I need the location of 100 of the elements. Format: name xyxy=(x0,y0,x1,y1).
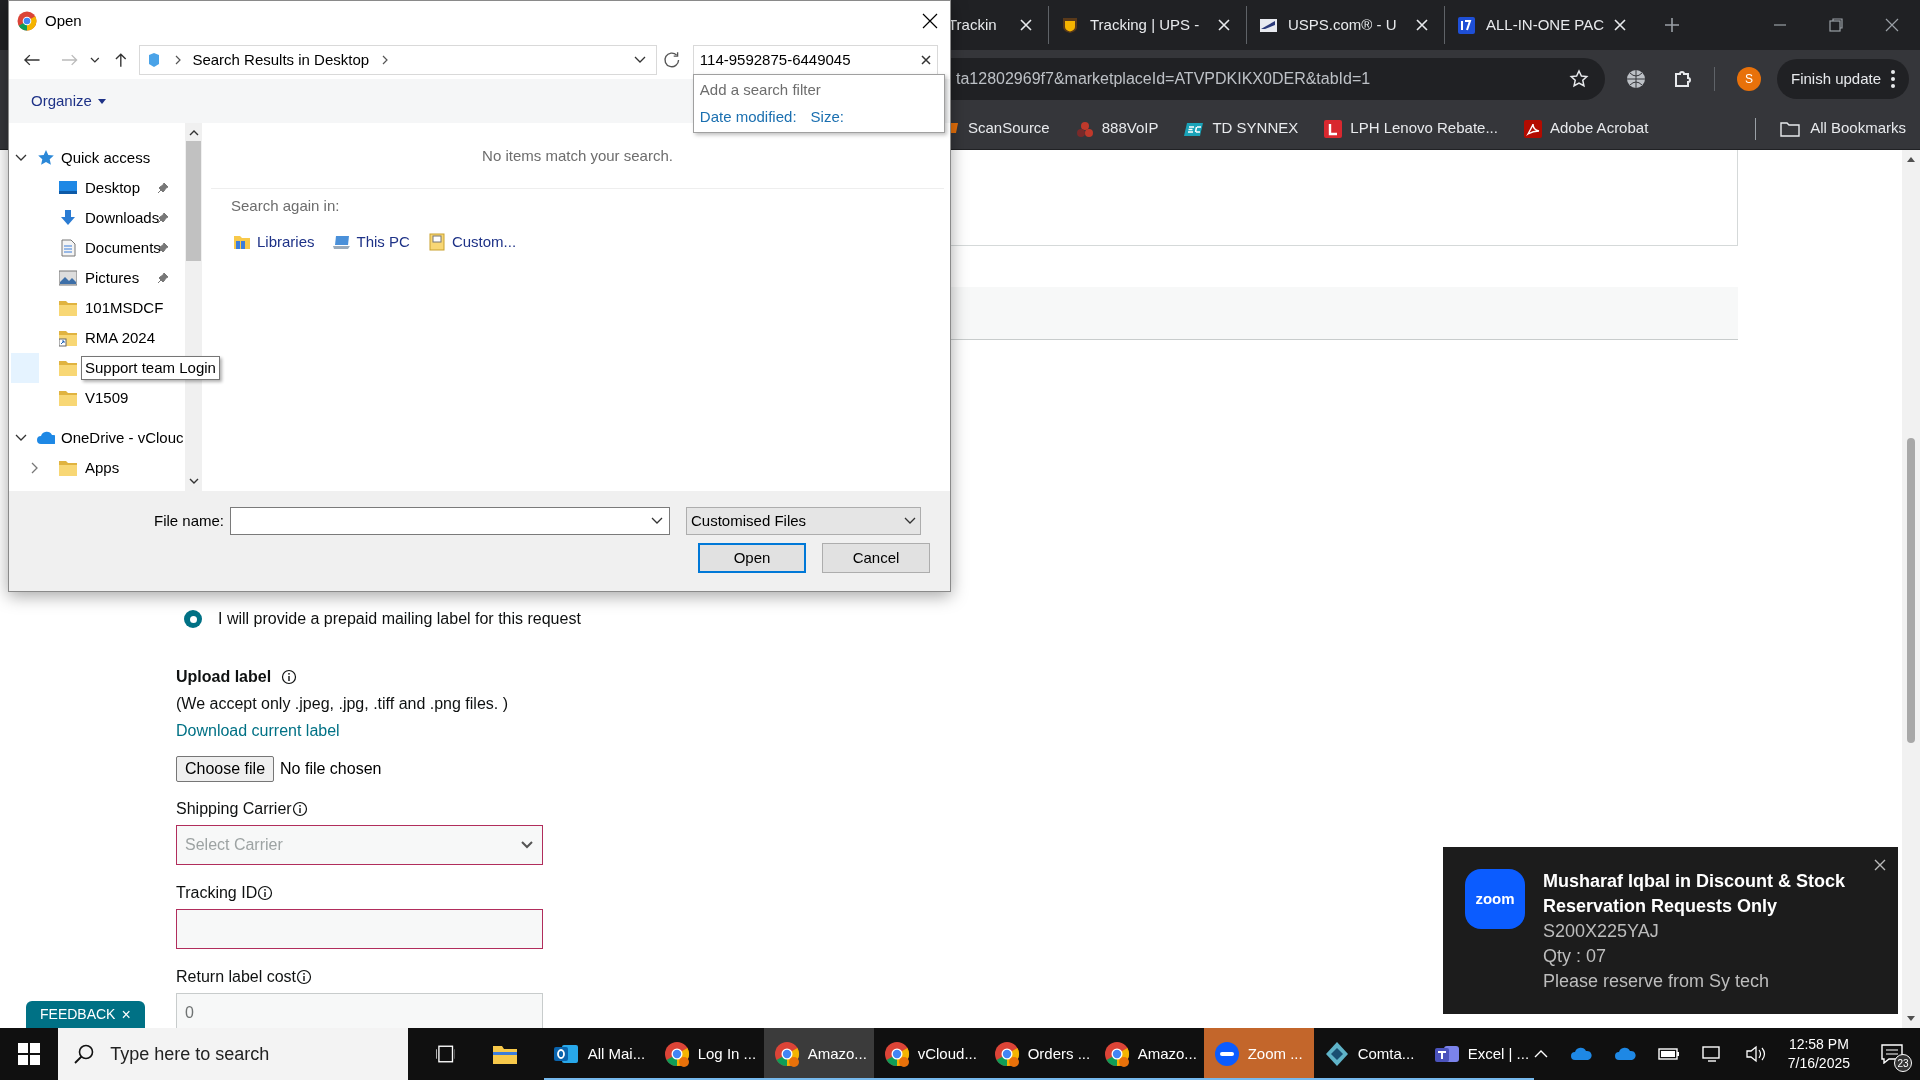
tree-item[interactable]: Apps xyxy=(85,456,120,480)
upload-label-heading: Upload label xyxy=(176,667,272,687)
taskbar-app-button[interactable]: vCloud... xyxy=(873,1028,984,1080)
url-text: ta12802969f7&marketplaceId=ATVPDKIKX0DER&tabId=1 xyxy=(956,69,1372,89)
tree-item[interactable]: RMA 2024 xyxy=(85,326,156,350)
close-icon[interactable] xyxy=(1874,859,1886,871)
taskbar-search-box[interactable]: Type here to search xyxy=(58,1028,408,1080)
scrollbar[interactable] xyxy=(1902,150,1920,1028)
tree-item[interactable]: Downloads xyxy=(85,206,160,230)
bookmark[interactable]: TD SYNNEX xyxy=(1184,112,1299,145)
file-name-label: File name: xyxy=(154,510,225,531)
folder-shortcut-icon xyxy=(59,329,77,347)
chrome-logo-icon xyxy=(1103,1041,1130,1067)
globe-icon[interactable] xyxy=(1625,68,1647,90)
chevron-down-icon[interactable] xyxy=(90,56,100,64)
restore-icon[interactable] xyxy=(1828,17,1844,33)
search-again-heading: Search again in: xyxy=(231,195,341,216)
location-bar[interactable]: Search Results in Desktop xyxy=(139,45,658,75)
task-view-icon[interactable] xyxy=(435,1045,456,1063)
dialog-button[interactable]: Cancel xyxy=(822,543,930,573)
back-icon[interactable] xyxy=(23,53,41,67)
tree-item[interactable]: Documents xyxy=(85,236,161,260)
scrollbar-thumb[interactable] xyxy=(186,141,201,261)
chrome-logo-icon xyxy=(883,1041,910,1067)
chevron-down-icon xyxy=(904,517,917,525)
folder-icon xyxy=(59,459,77,477)
pin-icon[interactable] xyxy=(157,212,169,224)
clock-date: 7/16/2025 xyxy=(1787,1054,1850,1073)
new-tab-icon[interactable] xyxy=(1664,17,1680,33)
taskbar-app-button[interactable]: Excel | ... xyxy=(1423,1028,1534,1080)
tree-section[interactable]: Quick access xyxy=(61,146,151,170)
speaker-icon[interactable] xyxy=(1745,1045,1766,1063)
taskbar-app-button[interactable]: Zoom ... xyxy=(1203,1028,1314,1080)
tree-item[interactable]: Desktop xyxy=(85,176,141,200)
file-name-field[interactable] xyxy=(230,507,671,535)
chevron-down-icon[interactable] xyxy=(651,517,664,525)
filter-link[interactable]: Date modified: xyxy=(699,105,797,128)
search-location-link[interactable]: This PC xyxy=(332,231,410,254)
input-field[interactable] xyxy=(176,909,543,949)
tab-title: Trackin xyxy=(948,14,998,35)
refresh-icon[interactable] xyxy=(663,51,681,69)
browser-tab[interactable]: Tracking | UPS - xyxy=(1048,6,1246,44)
cloud-icon[interactable] xyxy=(1613,1047,1636,1061)
tree-item-tooltip[interactable]: Support team Login xyxy=(81,355,220,381)
search-location-link[interactable]: Libraries xyxy=(233,231,315,254)
download-label-link[interactable]: Download current label xyxy=(176,719,340,743)
puzzle-icon[interactable] xyxy=(1672,68,1694,90)
all-bookmarks-button[interactable]: All Bookmarks xyxy=(1780,117,1906,140)
clear-icon[interactable] xyxy=(921,55,931,65)
search-location-link[interactable]: Custom... xyxy=(427,231,517,254)
scrollbar-thumb[interactable] xyxy=(1907,438,1915,743)
star-icon[interactable] xyxy=(1569,69,1589,89)
empty-message: No items match your search. xyxy=(482,146,673,166)
taskbar-app-button[interactable]: All Mai... xyxy=(543,1028,654,1080)
accepted-files-note: (We accept only .jpeg, .jpg, .tiff and .png files. ) xyxy=(176,694,510,714)
taskbar-app-button[interactable]: Log In ... xyxy=(653,1028,764,1080)
more-icon[interactable] xyxy=(1891,70,1896,88)
up-arrow-icon[interactable] xyxy=(113,52,128,68)
cloud-icon[interactable] xyxy=(1569,1047,1592,1061)
info-icon[interactable] xyxy=(257,885,274,901)
filter-link[interactable]: Size: xyxy=(810,105,844,128)
tree-item[interactable]: V1509 xyxy=(85,386,129,410)
input-field[interactable]: 0 xyxy=(176,993,543,1028)
bookmark[interactable]: 888VoIP xyxy=(1075,112,1159,145)
folder-icon xyxy=(59,299,77,317)
feedback-button[interactable]: FEEDBACK × xyxy=(26,1001,145,1028)
close-icon[interactable]: × xyxy=(121,1002,131,1027)
action-center-button[interactable]: 23 xyxy=(1872,1034,1912,1074)
radio-button[interactable] xyxy=(184,610,202,628)
browser-tab[interactable]: USPS.com® - U xyxy=(1246,6,1444,44)
taskbar-app-button[interactable]: Amazo... xyxy=(1093,1028,1204,1080)
info-icon[interactable] xyxy=(296,969,313,985)
file-type-dropdown[interactable]: Customised Files xyxy=(686,507,922,535)
document-icon xyxy=(59,239,77,257)
browser-tab[interactable]: ALL-IN-ONE PAC xyxy=(1444,6,1642,44)
info-icon[interactable] xyxy=(291,801,308,817)
tree-item[interactable]: Pictures xyxy=(85,266,140,290)
figure-icon xyxy=(1075,119,1094,138)
chevron-down-icon[interactable] xyxy=(634,56,647,64)
notification-line: Qty : 07 xyxy=(1543,945,1608,968)
radio-label: I will provide a prepaid mailing label for this request xyxy=(218,609,581,629)
tree-section[interactable]: OneDrive - vClouc xyxy=(61,426,184,450)
dialog-button[interactable]: Open xyxy=(698,543,806,573)
close-icon[interactable] xyxy=(922,13,938,29)
tree-item[interactable]: 101MSDCF xyxy=(85,296,164,320)
location-text: Search Results in Desktop xyxy=(192,49,370,70)
close-icon[interactable] xyxy=(1884,17,1900,33)
organize-button[interactable]: Organize xyxy=(31,89,106,113)
choose-file-button[interactable]: Choose file xyxy=(176,756,275,782)
battery-icon[interactable] xyxy=(1657,1047,1680,1061)
taskbar-app-button[interactable]: Comta... xyxy=(1313,1028,1424,1080)
finish-update-button[interactable]: Finish update xyxy=(1777,59,1910,99)
chevron-up-icon[interactable] xyxy=(1533,1049,1548,1059)
bookmark[interactable]: LPH Lenovo Rebate... xyxy=(1324,112,1498,145)
info-icon[interactable] xyxy=(281,669,298,685)
taskbar-app-button[interactable]: Amazo... xyxy=(763,1028,874,1080)
clock-time: 12:58 PM xyxy=(1788,1035,1849,1054)
taskbar-app-button[interactable]: Orders ... xyxy=(983,1028,1094,1080)
browser-tab[interactable]: Trackin xyxy=(948,6,1048,44)
bookmark[interactable]: Adobe Acrobat xyxy=(1523,112,1649,145)
